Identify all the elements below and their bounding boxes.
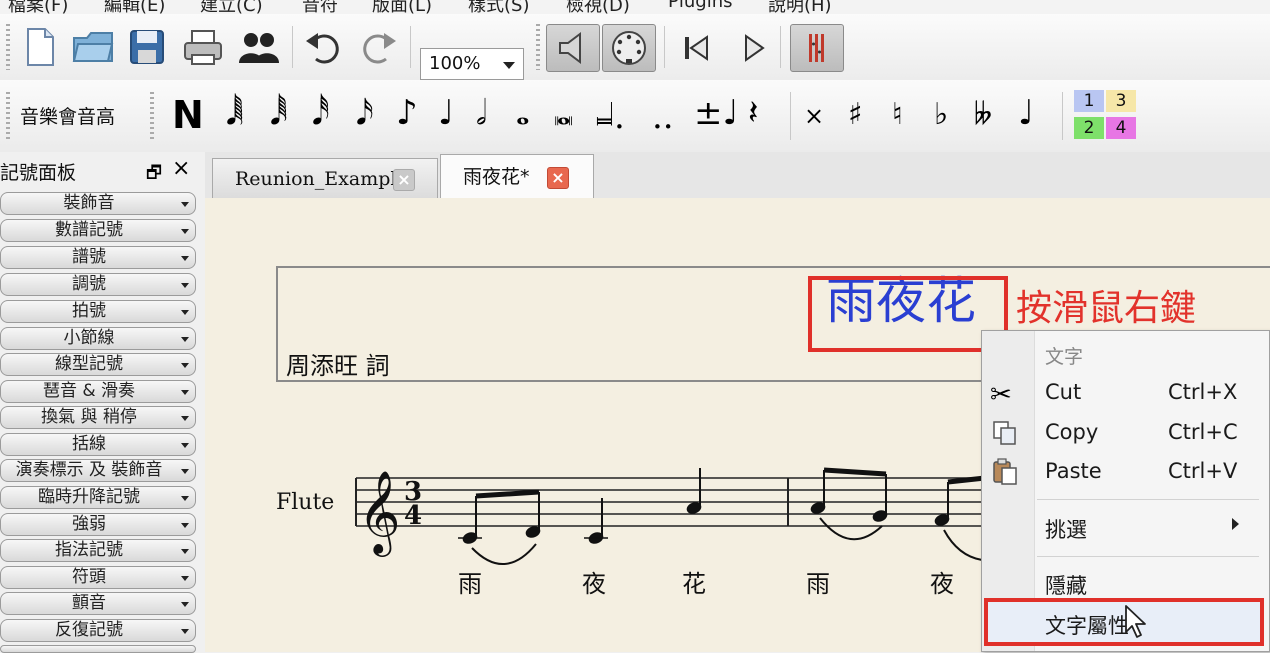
mouse-cursor-icon xyxy=(1125,605,1146,638)
lyric-syllable[interactable]: 雨 xyxy=(458,564,482,599)
shortcut-copy: Ctrl+C xyxy=(1168,420,1238,444)
time-sig-bottom: 4 xyxy=(404,501,422,531)
shortcut-cut: Ctrl+X xyxy=(1168,380,1238,404)
slur xyxy=(819,517,883,541)
menu-item-paste[interactable]: Paste xyxy=(1045,459,1102,483)
slur xyxy=(471,543,537,565)
slur xyxy=(943,529,983,561)
treble-clef-icon: 𝄞 xyxy=(358,469,401,557)
menu-item-hide[interactable]: 隱藏 xyxy=(1045,570,1087,600)
menu-item-copy[interactable]: Copy xyxy=(1045,420,1098,444)
beam xyxy=(475,489,540,499)
scissors-icon: ✂ xyxy=(990,380,1012,410)
lyric-syllable[interactable]: 夜 xyxy=(582,564,606,599)
lyric-syllable[interactable]: 夜 xyxy=(930,564,954,599)
shortcut-paste: Ctrl+V xyxy=(1168,459,1238,483)
copy-icon xyxy=(993,421,1016,445)
staff-lines xyxy=(356,477,990,527)
menu-separator xyxy=(1037,499,1259,500)
paste-icon xyxy=(993,458,1017,485)
menu-separator xyxy=(1037,556,1259,557)
beam xyxy=(823,467,887,477)
lyric-syllable[interactable]: 雨 xyxy=(806,564,830,599)
context-menu-header: 文字 xyxy=(1045,346,1084,368)
lyric-syllable[interactable]: 花 xyxy=(682,564,706,599)
chevron-right-icon xyxy=(1232,518,1239,530)
menu-item-cut[interactable]: Cut xyxy=(1045,380,1081,404)
menu-item-select[interactable]: 挑選 xyxy=(1045,514,1087,544)
notes xyxy=(458,467,986,565)
